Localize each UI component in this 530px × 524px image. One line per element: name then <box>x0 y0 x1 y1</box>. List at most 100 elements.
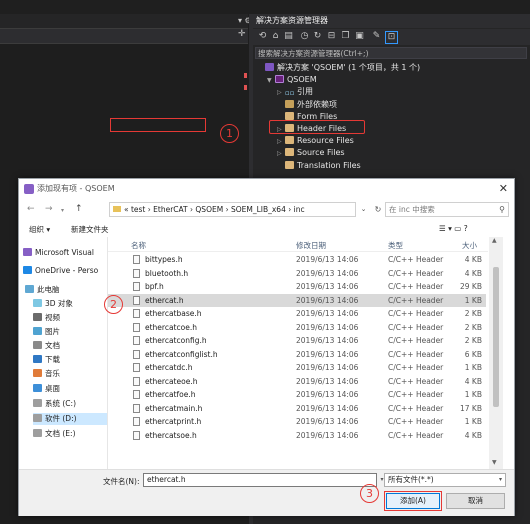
nav-item[interactable]: 系统 (C:) <box>33 398 76 410</box>
nav-item[interactable]: 桌面 <box>33 383 60 395</box>
nav-item-label: 图片 <box>45 327 60 336</box>
file-row[interactable]: ethercat.h 2019/6/13 14:06 C/C++ Header 1 K… <box>108 293 486 307</box>
column-name[interactable]: 名称 <box>131 240 146 251</box>
add-button[interactable]: 添加(A) <box>386 493 440 509</box>
solution-explorer-search-input[interactable]: 搜索解决方案资源管理器(Ctrl+;) <box>255 47 527 59</box>
nav-item[interactable]: 音乐 <box>33 368 60 380</box>
column-size[interactable]: 大小 <box>462 240 477 251</box>
add-icon[interactable]: ✛ <box>238 29 246 39</box>
file-row[interactable]: ethercatconfig.h 2019/6/13 14:06 C/C++ Hea… <box>108 334 486 347</box>
nav-item[interactable]: 此电脑 <box>25 284 60 296</box>
new-folder-button[interactable]: 新建文件夹 <box>71 224 109 235</box>
file-row[interactable]: ethercatdc.h 2019/6/13 14:06 C/C++ Header 1… <box>108 361 486 374</box>
column-date[interactable]: 修改日期 <box>296 240 326 251</box>
column-type[interactable]: 类型 <box>388 240 403 251</box>
tree-item[interactable]: ▷ Header Files <box>277 123 346 135</box>
up-icon[interactable]: ↑ <box>75 204 83 214</box>
header-file-icon <box>133 363 140 372</box>
dialog-footer: 文件名(N): ethercat.h ▾ 所有文件(*.*) ▾ 添加(A) 取消 <box>19 469 514 516</box>
tree-item[interactable]: ▼ QSOEM <box>267 74 317 86</box>
show-all-icon[interactable]: ▣ <box>354 31 365 42</box>
file-row[interactable]: bluetooth.h 2019/6/13 14:06 C/C++ Header 4 … <box>108 267 486 280</box>
address-row: ← → ▾ ↑ « test › EtherCAT › QSOEM › SOEM… <box>19 199 514 221</box>
tree-item[interactable]: Translation Files <box>277 160 361 172</box>
file-date: 2019/6/13 14:06 <box>296 417 359 426</box>
tree-item[interactable]: ▷ ▫▫ 引用 <box>277 86 313 98</box>
external-deps-icon <box>285 99 294 108</box>
tree-item[interactable]: Form Files <box>277 111 337 123</box>
address-path: « test › EtherCAT › QSOEM › SOEM_LIB_x64… <box>124 205 305 214</box>
file-type: C/C++ Header <box>388 336 444 345</box>
organize-button[interactable]: 组织 ▾ <box>29 224 50 235</box>
close-button[interactable]: ✕ <box>499 182 508 195</box>
expand-arrow-icon[interactable]: ▷ <box>277 124 285 136</box>
tree-item-label: Translation Files <box>297 160 361 170</box>
expand-arrow-icon[interactable]: ▼ <box>267 75 275 87</box>
refresh-icon[interactable]: ↻ <box>371 202 385 217</box>
back-icon[interactable]: ← <box>27 204 35 214</box>
copy-icon[interactable]: ❐ <box>340 31 351 42</box>
pictures-icon <box>33 327 42 335</box>
collapse-icon[interactable]: ⊟ <box>326 31 337 42</box>
file-type: C/C++ Header <box>388 403 444 413</box>
vertical-scrollbar[interactable]: ▲ ▼ <box>489 237 503 469</box>
scroll-up-icon[interactable]: ▲ <box>492 237 497 244</box>
nav-item[interactable]: 下载 <box>33 354 60 366</box>
solution-icon <box>265 63 274 71</box>
file-row[interactable]: bittypes.h 2019/6/13 14:06 C/C++ Header 4 K… <box>108 253 486 266</box>
nav-item[interactable]: 图片 <box>33 326 60 338</box>
pc-icon <box>25 285 34 293</box>
file-row[interactable]: ethercatfoe.h 2019/6/13 14:06 C/C++ Header… <box>108 388 486 401</box>
nav-item[interactable]: 文档 (E:) <box>33 428 76 440</box>
file-type: C/C++ Header <box>388 390 444 399</box>
home-icon[interactable]: ⌂ <box>270 31 281 42</box>
refresh-icon[interactable]: ↻ <box>312 31 323 42</box>
file-row[interactable]: ethercatconfiglist.h 2019/6/13 14:06 C/C++… <box>108 348 486 361</box>
filename-input[interactable]: ethercat.h <box>143 473 377 487</box>
file-name: ethercateoe.h <box>145 376 198 386</box>
nav-item[interactable]: OneDrive - Perso <box>23 265 98 277</box>
view-options-icon[interactable]: ☰ ▾ ▭ ? <box>439 224 468 233</box>
file-row[interactable]: ethercatprint.h 2019/6/13 14:06 C/C++ Head… <box>108 415 486 428</box>
tree-item[interactable]: ▷ Resource Files <box>277 135 354 147</box>
scroll-thumb[interactable] <box>493 267 499 407</box>
file-row[interactable]: ethercateoe.h 2019/6/13 14:06 C/C++ Header… <box>108 375 486 388</box>
command-bar: 组织 ▾ 新建文件夹 ☰ ▾ ▭ ? <box>19 221 514 237</box>
file-row[interactable]: ethercatbase.h 2019/6/13 14:06 C/C++ Heade… <box>108 307 486 320</box>
file-row[interactable]: ethercatmain.h 2019/6/13 14:06 C/C++ Heade… <box>108 402 486 415</box>
nav-item[interactable]: 软件 (D:) <box>33 413 107 425</box>
tree-item-label: Header Files <box>297 124 347 133</box>
tree-item[interactable]: 外部依赖项 <box>277 99 337 111</box>
history-icon[interactable]: ◷ <box>299 31 310 42</box>
expand-arrow-icon[interactable]: ▷ <box>277 148 285 160</box>
file-row[interactable]: ethercatsoe.h 2019/6/13 14:06 C/C++ Header… <box>108 429 486 442</box>
sync-icon[interactable]: ⟲ <box>257 31 268 42</box>
file-name: ethercatconfiglist.h <box>145 349 218 359</box>
recent-locations-icon[interactable]: ▾ <box>61 207 64 214</box>
nav-item[interactable]: Microsoft Visual <box>23 247 94 259</box>
scroll-down-icon[interactable]: ▼ <box>492 459 497 466</box>
tree-item[interactable]: ▷ Source Files <box>277 147 345 159</box>
file-row[interactable]: ethercatcoe.h 2019/6/13 14:06 C/C++ Header… <box>108 321 486 334</box>
tree-item[interactable]: 解决方案 'QSOEM' (1 个项目，共 1 个) <box>257 62 420 74</box>
properties-icon[interactable]: ✎ <box>371 31 382 42</box>
switch-views-icon[interactable]: ▤ <box>283 31 294 42</box>
file-type-select[interactable]: 所有文件(*.*) ▾ <box>384 473 506 487</box>
expand-arrow-icon[interactable]: ▷ <box>277 87 285 99</box>
nav-item[interactable]: 视频 <box>33 312 60 324</box>
address-dropdown-icon[interactable]: ⌄ <box>357 202 370 217</box>
cancel-button[interactable]: 取消 <box>446 493 505 509</box>
address-bar[interactable]: « test › EtherCAT › QSOEM › SOEM_LIB_x64… <box>109 202 356 217</box>
nav-item[interactable]: 3D 对象 <box>33 298 73 310</box>
expand-arrow-icon[interactable]: ▷ <box>277 136 285 148</box>
error-marker <box>244 73 247 78</box>
forward-icon[interactable]: → <box>45 204 53 214</box>
header-file-icon <box>133 349 140 359</box>
search-input[interactable]: 在 inc 中搜索 ⚲ <box>385 202 509 217</box>
file-row[interactable]: bpf.h 2019/6/13 14:06 C/C++ Header 29 KB <box>108 280 486 293</box>
nav-item[interactable]: 文档 <box>33 340 60 352</box>
preview-icon[interactable]: ⊡ <box>385 31 398 44</box>
tree-item-label: QSOEM <box>287 75 317 85</box>
nav-item-label: 下载 <box>45 355 60 364</box>
file-size: 4 KB <box>464 255 482 264</box>
